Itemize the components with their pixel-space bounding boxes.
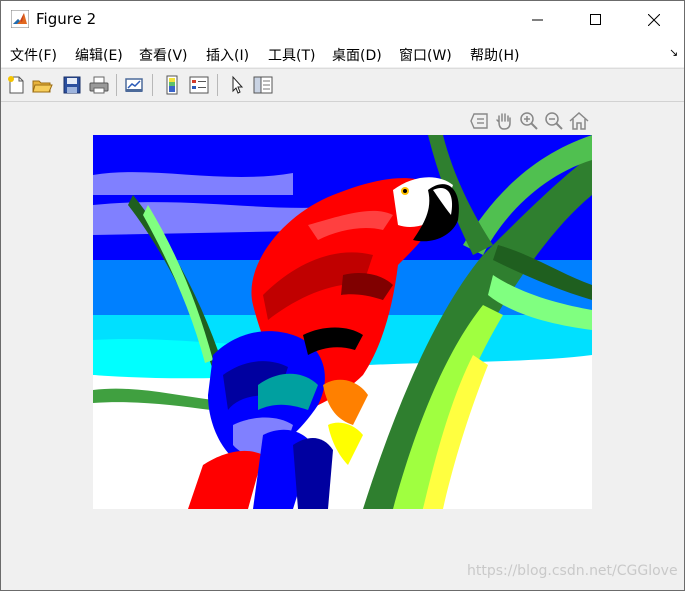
toolbar-separator	[217, 74, 218, 96]
link-plot-icon[interactable]	[123, 74, 145, 96]
matlab-logo-icon	[11, 10, 29, 28]
watermark-text: https://blog.csdn.net/CGGlove	[467, 563, 678, 579]
minimize-icon	[532, 19, 543, 21]
menu-insert[interactable]: 插入(I)	[206, 45, 249, 65]
menu-desktop[interactable]: 桌面(D)	[332, 45, 382, 65]
maximize-button[interactable]	[567, 1, 625, 39]
home-icon[interactable]	[568, 110, 590, 132]
menu-file[interactable]: 文件(F)	[10, 45, 57, 65]
legend-icon[interactable]	[188, 74, 210, 96]
data-tips-icon[interactable]	[469, 110, 491, 132]
toolbar-separator	[152, 74, 153, 96]
maximize-icon	[590, 14, 601, 25]
zoom-out-icon[interactable]	[543, 110, 565, 132]
zoom-in-icon[interactable]	[518, 110, 540, 132]
dock-arrow-icon[interactable]: ↘	[669, 46, 678, 59]
window-title: Figure 2	[36, 10, 97, 28]
new-figure-icon[interactable]	[5, 74, 27, 96]
menu-help[interactable]: 帮助(H)	[470, 45, 519, 65]
property-inspector-icon[interactable]	[252, 74, 274, 96]
menu-bar: 文件(F) 编辑(E) 查看(V) 插入(I) 工具(T) 桌面(D) 窗口(W…	[1, 39, 684, 67]
menu-tools[interactable]: 工具(T)	[268, 45, 315, 65]
pan-icon[interactable]	[493, 110, 515, 132]
title-bar: Figure 2	[1, 1, 684, 39]
menu-edit[interactable]: 编辑(E)	[75, 45, 123, 65]
close-icon	[648, 14, 660, 26]
print-icon[interactable]	[88, 74, 110, 96]
menu-window[interactable]: 窗口(W)	[399, 45, 452, 65]
menu-view[interactable]: 查看(V)	[139, 45, 188, 65]
toolbar-separator	[116, 74, 117, 96]
parrot-image	[93, 135, 592, 509]
colorbar-icon[interactable]	[161, 74, 183, 96]
open-file-icon[interactable]	[31, 74, 53, 96]
close-button[interactable]	[625, 1, 683, 39]
save-icon[interactable]	[61, 74, 83, 96]
figure-window: Figure 2 文件(F) 编辑(E) 查看(V) 插入(I) 工具(T) 桌…	[0, 0, 685, 591]
figure-toolbar	[1, 68, 684, 102]
minimize-button[interactable]	[509, 1, 567, 39]
edit-plot-icon[interactable]	[226, 74, 248, 96]
